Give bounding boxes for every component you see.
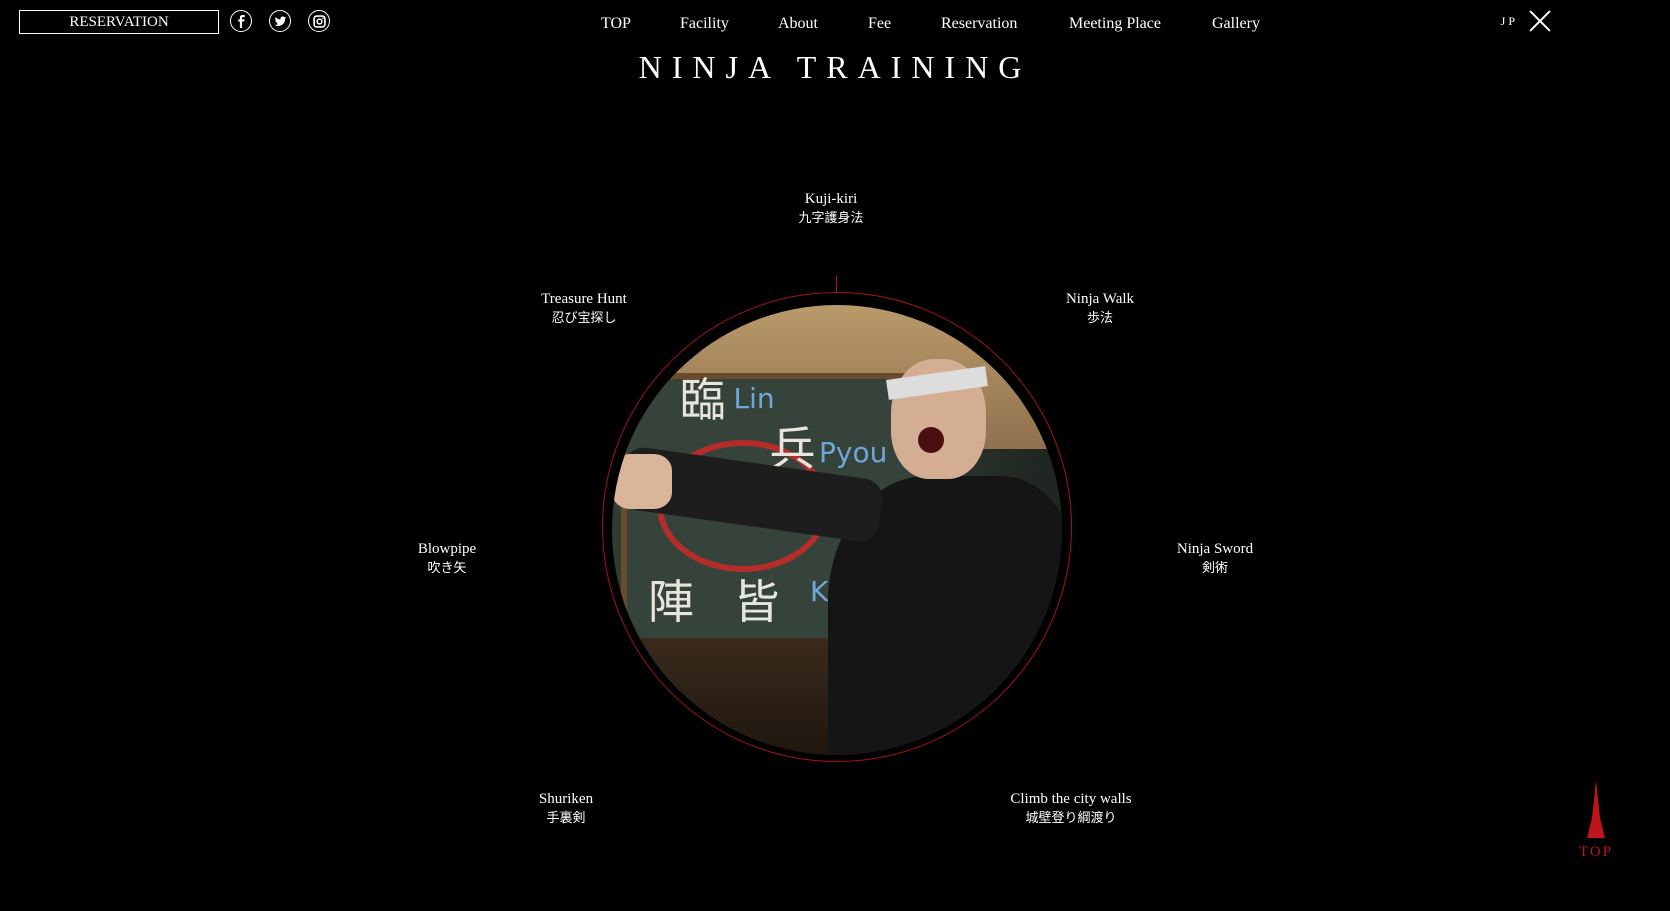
training-label-jp: 忍び宝探し (551, 311, 617, 326)
board-kanji: 臨 (679, 372, 726, 427)
nav-meeting-place[interactable]: Meeting Place (1069, 15, 1161, 33)
training-label-jp: 城壁登り綱渡り (1025, 811, 1117, 826)
twitter-icon[interactable] (269, 10, 291, 32)
training-label-en: Blowpipe (417, 541, 477, 557)
training-photo: 臨 兵 陣 皆 Lin Pyou Kai (612, 305, 1062, 755)
back-to-top-label: TOP (1578, 844, 1614, 860)
nav-reservation[interactable]: Reservation (941, 15, 1017, 33)
reservation-button[interactable]: RESERVATION (19, 10, 219, 34)
photo-ninja-mouth (918, 426, 944, 453)
training-label-jp: 吹き矢 (427, 561, 467, 576)
training-climb-city-walls[interactable]: Climb the city walls 城壁登り綱渡り (1010, 789, 1131, 829)
board-romaji: Lin (733, 381, 775, 415)
board-kanji: 陣 (648, 575, 694, 629)
close-icon[interactable] (1528, 9, 1552, 33)
training-label-en: Ninja Sword (1176, 541, 1254, 557)
training-label-jp: 剣術 (1201, 561, 1228, 576)
training-label-jp: 九字護身法 (798, 211, 864, 226)
nav-facility[interactable]: Facility (680, 15, 729, 33)
back-to-top-button[interactable]: TOP (1573, 780, 1619, 862)
training-blowpipe[interactable]: Blowpipe 吹き矢 (418, 539, 476, 579)
training-treasure-hunt[interactable]: Treasure Hunt 忍び宝探し (541, 289, 627, 329)
language-switch[interactable]: JP (1501, 14, 1518, 29)
training-kuji-kiri[interactable]: Kuji-kiri 九字護身法 (798, 189, 863, 229)
tower-arrow-icon (1587, 780, 1605, 838)
page-title: NINJA TRAINING (638, 49, 1032, 85)
training-label-en: Kuji-kiri (804, 191, 858, 207)
board-romaji: Pyou (819, 435, 888, 469)
training-label-en: Shuriken (538, 791, 594, 807)
instagram-icon[interactable] (308, 10, 330, 32)
facebook-icon[interactable] (230, 10, 252, 32)
nav-fee[interactable]: Fee (868, 15, 891, 33)
training-ninja-walk[interactable]: Ninja Walk 歩法 (1066, 289, 1134, 329)
training-label-en: Climb the city walls (1010, 791, 1132, 807)
training-ninja-sword[interactable]: Ninja Sword 剣術 (1177, 539, 1253, 579)
training-label-jp: 手裏剣 (546, 811, 586, 826)
nav-about[interactable]: About (778, 15, 818, 33)
training-label-en: Treasure Hunt (541, 291, 627, 307)
page: RESERVATION TOP Facility About Fee Reser… (0, 0, 1670, 911)
ring-tick (836, 276, 837, 292)
board-kanji: 皆 (733, 575, 780, 629)
training-label-en: Ninja Walk (1065, 291, 1135, 307)
nav-gallery[interactable]: Gallery (1212, 15, 1260, 33)
training-shuriken[interactable]: Shuriken 手裏剣 (539, 789, 593, 829)
photo-ninja-fist (612, 453, 672, 509)
nav-top[interactable]: TOP (601, 15, 631, 33)
training-label-jp: 歩法 (1086, 311, 1113, 326)
